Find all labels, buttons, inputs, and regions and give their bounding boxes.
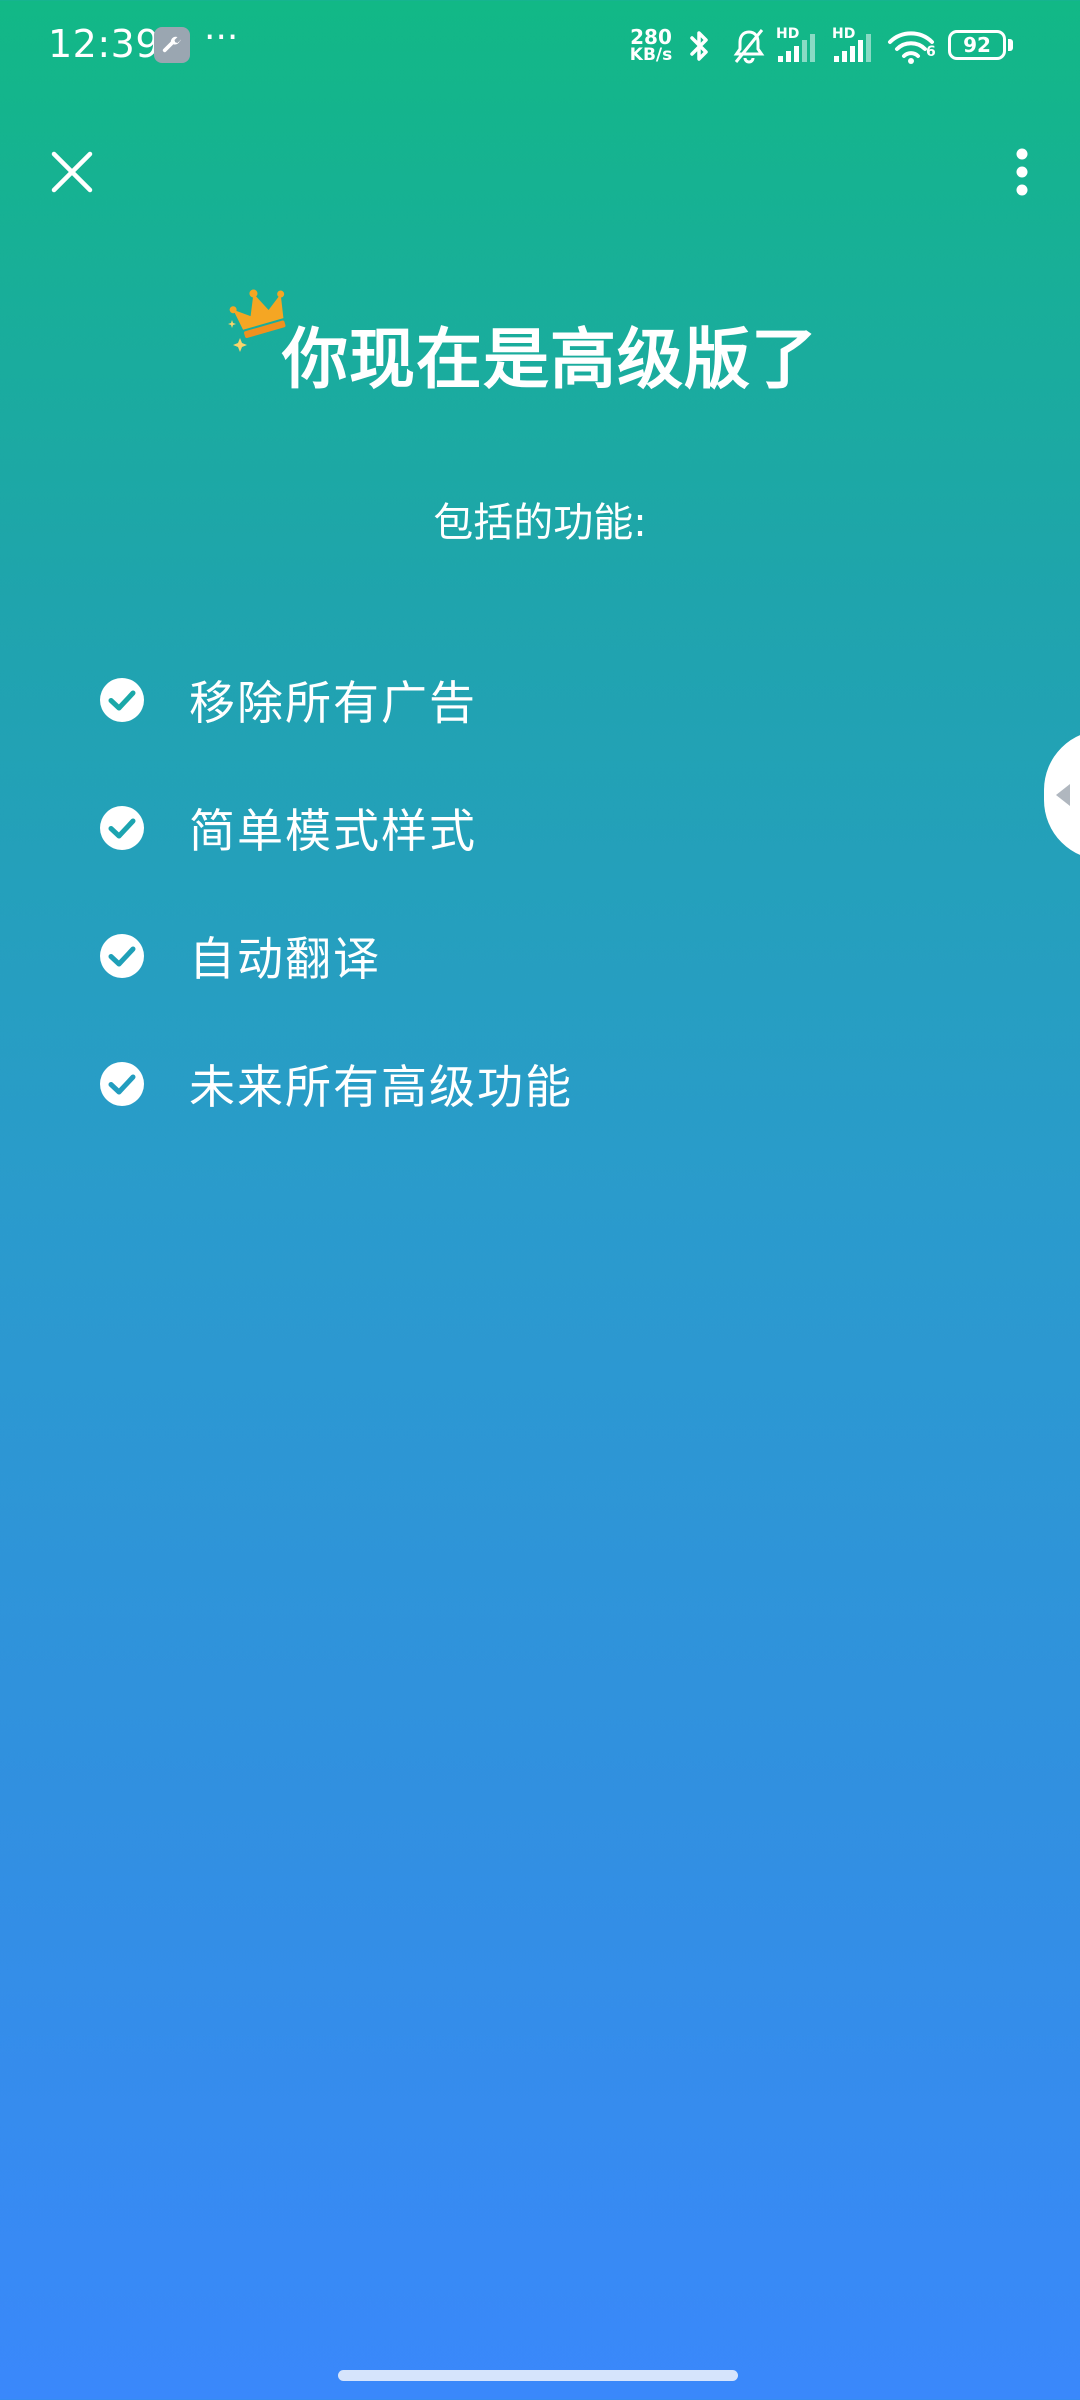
feature-item: 自动翻译 <box>100 916 381 996</box>
more-options-button[interactable] <box>1002 144 1042 200</box>
battery-level: 92 <box>963 33 991 57</box>
feature-item: 简单模式样式 <box>100 788 477 868</box>
network-speed: 280 KB/s <box>624 25 678 65</box>
feature-item: 移除所有广告 <box>100 660 477 740</box>
check-circle-icon <box>100 806 144 850</box>
bell-muted-icon <box>733 29 765 64</box>
home-indicator[interactable] <box>338 2370 738 2381</box>
status-time: 12:39 <box>48 22 161 66</box>
more-dots-icon: ··· <box>204 17 239 58</box>
wifi-label: 6 <box>926 44 936 60</box>
feature-item: 未来所有高级功能 <box>100 1044 573 1124</box>
check-circle-icon <box>100 1062 144 1106</box>
feature-label: 简单模式样式 <box>189 804 477 858</box>
close-icon <box>51 151 93 193</box>
check-circle-icon <box>100 934 144 978</box>
network-speed-value: 280 <box>630 25 672 49</box>
chevron-left-icon <box>1056 784 1070 806</box>
features-subtitle: 包括的功能: <box>433 500 647 546</box>
more-vertical-icon <box>1016 148 1028 196</box>
feature-label: 自动翻译 <box>189 932 381 986</box>
battery-icon: 92 <box>948 30 1006 60</box>
feature-label: 移除所有广告 <box>189 676 477 730</box>
battery-tip <box>1008 39 1013 51</box>
bluetooth-icon <box>690 31 708 61</box>
feature-label: 未来所有高级功能 <box>189 1060 573 1114</box>
wrench-icon <box>154 27 190 63</box>
close-button[interactable] <box>44 144 100 200</box>
signal-icon <box>778 34 815 62</box>
check-circle-icon <box>100 678 144 722</box>
page-title: 你现在是高级版了 <box>282 321 818 398</box>
signal-icon <box>834 34 871 62</box>
edge-panel-handle[interactable] <box>1044 730 1080 860</box>
network-speed-unit: KB/s <box>629 45 673 65</box>
status-bar: 12:39 ··· 280 KB/s HD HD 6 92 <box>0 0 1080 92</box>
